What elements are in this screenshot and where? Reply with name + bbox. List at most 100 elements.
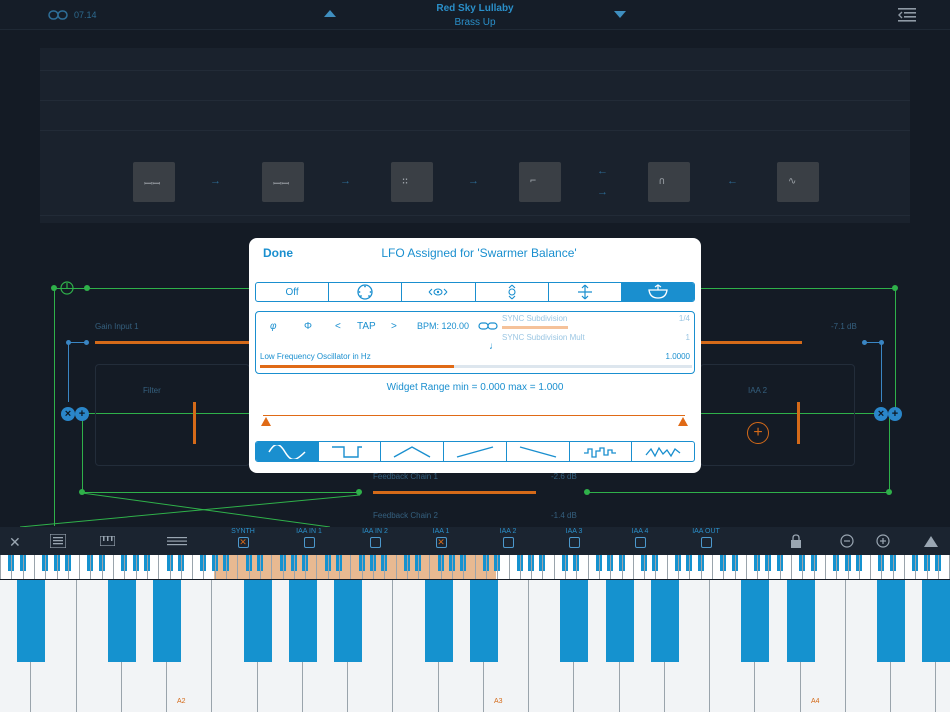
black-key[interactable] (741, 580, 770, 662)
route-node[interactable] (79, 489, 85, 495)
black-key[interactable] (877, 580, 905, 662)
route-node[interactable] (51, 285, 57, 291)
route-node[interactable] (584, 489, 590, 495)
power-icon[interactable] (59, 280, 75, 296)
mini-white-key (146, 555, 148, 579)
waveform-square[interactable] (319, 442, 382, 461)
waveform-ramp-up[interactable] (444, 442, 507, 461)
menu-icon[interactable] (898, 7, 916, 23)
route-checkbox[interactable] (700, 537, 712, 548)
mini-white-key (553, 555, 555, 579)
route-iaa-out[interactable]: IAA OUT (681, 528, 731, 548)
route-synth[interactable]: SYNTH ✕ (218, 528, 268, 548)
tap-button[interactable]: TAP (357, 321, 376, 332)
wave-module[interactable]: ∿ (777, 162, 819, 202)
keyboard-overview[interactable] (0, 555, 950, 579)
gain-slider[interactable] (95, 341, 250, 344)
keyboard-icon[interactable] (100, 536, 115, 546)
mini-white-key (293, 555, 295, 579)
route-node[interactable] (892, 285, 898, 291)
waveform-sample-hold[interactable] (570, 442, 633, 461)
route-node[interactable] (879, 340, 884, 345)
black-key[interactable] (922, 580, 950, 662)
mute-button[interactable]: × (874, 407, 888, 421)
oscillator-module[interactable]: ꟷꟷ (262, 162, 304, 202)
envelope-module[interactable]: ⌐ (519, 162, 561, 202)
tab-vertical[interactable] (476, 283, 549, 301)
route-iaa-3[interactable]: IAA 3 (549, 528, 599, 548)
black-key[interactable] (334, 580, 362, 662)
black-key[interactable] (424, 580, 453, 662)
previous-preset-icon[interactable] (324, 10, 336, 17)
phase-button[interactable]: φ (270, 321, 277, 332)
route-iaa-4[interactable]: IAA 4 (615, 528, 665, 548)
oscillator-module[interactable]: ꟷꟷ (133, 162, 175, 202)
link-icon[interactable] (48, 9, 68, 21)
noise-module[interactable]: ∷ (391, 162, 433, 202)
sync-link-icon[interactable] (478, 321, 498, 331)
piano-keyboard[interactable]: A2 A3 A4 (0, 580, 950, 712)
waveform-sine[interactable] (256, 442, 319, 461)
close-icon[interactable]: ✕ (9, 535, 21, 549)
lines-icon[interactable] (167, 536, 187, 546)
waveform-triangle[interactable] (381, 442, 445, 461)
list-icon[interactable] (50, 534, 66, 548)
black-key[interactable] (107, 580, 136, 662)
black-key[interactable] (786, 580, 815, 662)
range-max-handle[interactable] (678, 417, 688, 426)
filter-module[interactable]: ∩ (648, 162, 690, 202)
route-iaa-in-2[interactable]: IAA IN 2 (350, 528, 400, 548)
mute-button[interactable]: × (61, 407, 75, 421)
waveform-random[interactable] (632, 442, 694, 461)
black-key[interactable] (17, 580, 46, 662)
sync-subdivision-slider[interactable] (502, 326, 568, 329)
lock-icon[interactable] (790, 534, 802, 548)
next-button[interactable]: > (391, 321, 397, 332)
waveform-ramp-down[interactable] (507, 442, 570, 461)
preset-name[interactable]: Red Sky Lullaby (375, 3, 575, 14)
route-checkbox[interactable] (502, 537, 514, 548)
top-bar: 07.14 Red Sky Lullaby Brass Up (0, 0, 950, 30)
black-key[interactable] (288, 580, 317, 662)
add-plugin-icon[interactable]: + (747, 422, 769, 444)
previous-button[interactable]: < (335, 321, 341, 332)
next-preset-icon[interactable] (614, 11, 626, 18)
black-key[interactable] (560, 580, 589, 662)
tab-dial[interactable] (329, 283, 403, 301)
route-checkbox[interactable]: ✕ (435, 537, 447, 548)
black-key[interactable] (243, 580, 272, 662)
route-iaa-1[interactable]: IAA 1 ✕ (416, 528, 466, 548)
route-checkbox[interactable] (369, 537, 381, 548)
route-node[interactable] (84, 340, 89, 345)
black-key[interactable] (469, 580, 498, 662)
route-node[interactable] (66, 340, 71, 345)
tab-move[interactable] (549, 283, 622, 301)
route-iaa-2[interactable]: IAA 2 (483, 528, 533, 548)
route-iaa-in-1[interactable]: IAA IN 1 (284, 528, 334, 548)
black-key[interactable] (650, 580, 679, 662)
range-min-handle[interactable] (261, 417, 271, 426)
route-checkbox[interactable]: ✕ (237, 537, 249, 548)
tab-horizontal[interactable] (402, 283, 476, 301)
zoom-in-icon[interactable] (876, 534, 890, 548)
tab-bowl[interactable] (621, 283, 694, 301)
frequency-slider-fill[interactable] (260, 365, 454, 368)
feedback1-slider[interactable] (373, 491, 536, 494)
route-node[interactable] (886, 489, 892, 495)
add-button[interactable]: + (888, 407, 902, 421)
route-node[interactable] (356, 489, 362, 495)
black-key[interactable] (153, 580, 181, 662)
route-node[interactable] (84, 285, 90, 291)
invert-button[interactable]: Φ (304, 321, 312, 332)
route-checkbox[interactable] (303, 537, 315, 548)
add-button[interactable]: + (75, 407, 89, 421)
gain-slider[interactable] (700, 341, 802, 344)
tab-off[interactable]: Off (256, 283, 330, 301)
route-node[interactable] (862, 340, 867, 345)
route-checkbox[interactable] (634, 537, 646, 548)
black-key[interactable] (605, 580, 634, 662)
zoom-out-icon[interactable] (840, 534, 854, 548)
route-checkbox[interactable] (568, 537, 580, 548)
keyboard-toggle-icon[interactable] (924, 536, 938, 547)
done-button[interactable]: Done (263, 246, 293, 260)
